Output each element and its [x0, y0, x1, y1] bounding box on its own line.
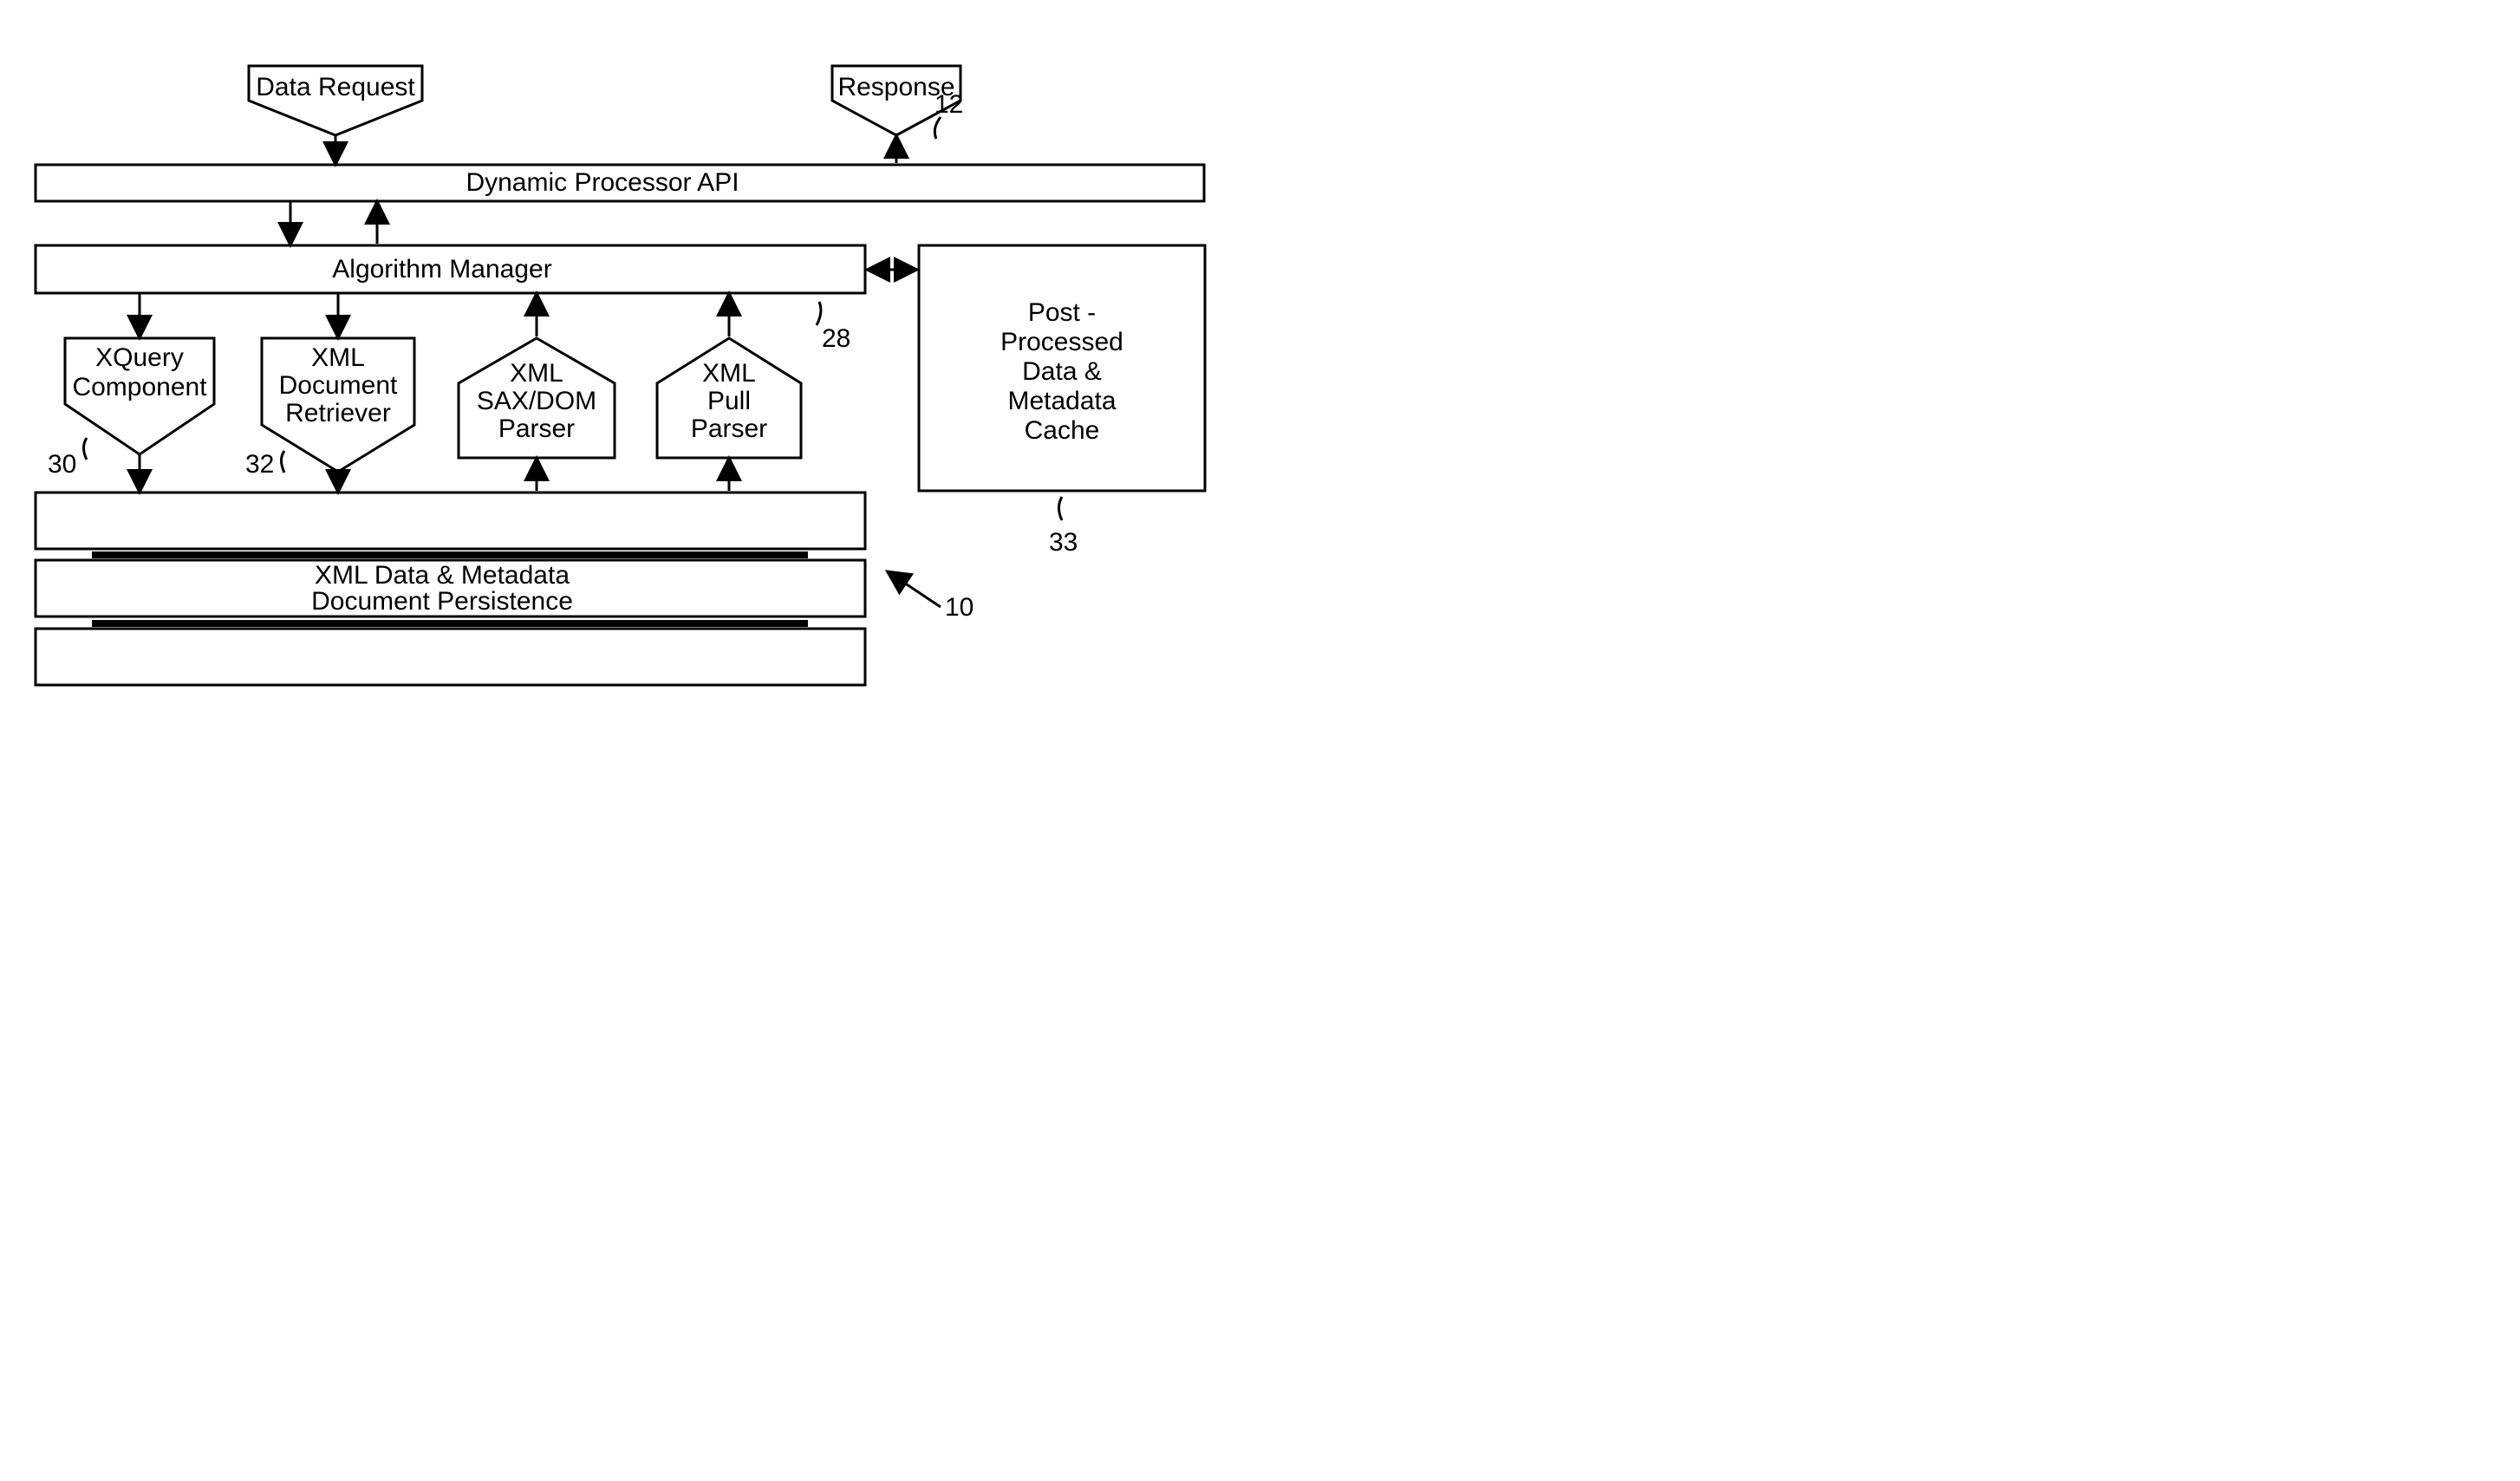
cache-l2: Processed [1000, 328, 1123, 356]
stack-plate-3 [36, 629, 865, 685]
ref-30: 30 [48, 450, 76, 479]
sax-dom-l2: SAX/DOM [477, 387, 596, 415]
persistence-l2: Document Persistence [311, 587, 573, 616]
ref-30-tick [84, 438, 88, 460]
stack-plate-1 [36, 493, 865, 549]
ref-10: 10 [945, 593, 973, 622]
ref-12: 12 [934, 90, 963, 119]
ref-32: 32 [245, 450, 274, 479]
ref-10-arrow [889, 572, 941, 607]
ref-33: 33 [1049, 528, 1078, 557]
cache-l1: Post - [1028, 298, 1096, 327]
xquery-l1: XQuery [95, 343, 184, 372]
cache-l3: Data & [1022, 357, 1102, 386]
xml-doc-ret-l2: Document [279, 371, 398, 400]
api-label: Dynamic Processor API [466, 168, 739, 197]
sax-dom-l1: XML [510, 359, 563, 388]
ref-32-tick [282, 451, 285, 473]
sax-dom-l3: Parser [498, 414, 575, 443]
cache-l4: Metadata [1007, 387, 1116, 415]
cache-l5: Cache [1025, 416, 1100, 445]
ref-28: 28 [822, 324, 850, 353]
xquery-l2: Component [72, 373, 207, 401]
persistence-l1: XML Data & Metadata [315, 561, 570, 590]
pull-l1: XML [702, 359, 756, 388]
ref-28-tick [817, 302, 821, 325]
xml-doc-ret-l1: XML [311, 343, 365, 372]
pull-l2: Pull [707, 387, 751, 415]
xml-doc-ret-l3: Retriever [285, 399, 391, 427]
ref-33-tick [1059, 497, 1063, 520]
algo-mgr-label: Algorithm Manager [332, 255, 551, 284]
data-request-label: Data Request [256, 73, 415, 101]
pull-l3: Parser [691, 414, 767, 443]
ref-12-tick [934, 117, 941, 139]
